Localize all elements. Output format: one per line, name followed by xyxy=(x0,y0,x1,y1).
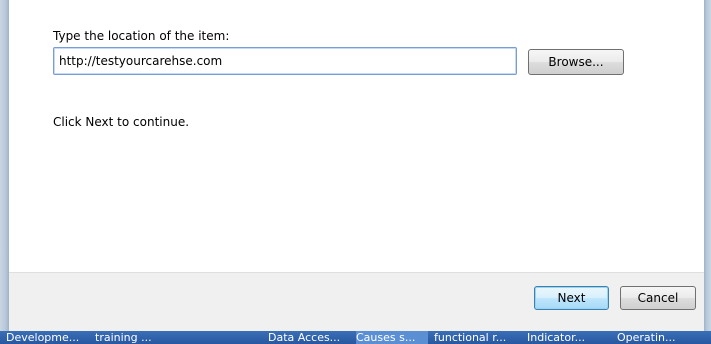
window-frame-left xyxy=(0,0,9,332)
taskbar-item-development[interactable]: Developme... xyxy=(6,331,88,344)
location-input[interactable] xyxy=(53,47,517,75)
dialog-content: Type the location of the item: Browse...… xyxy=(9,0,704,272)
browse-button[interactable]: Browse... xyxy=(528,49,624,75)
taskbar-item-functional[interactable]: functional r... xyxy=(434,331,516,344)
taskbar-item-operating[interactable]: Operatin... xyxy=(617,331,707,344)
window-frame-right xyxy=(704,0,711,332)
taskbar-item-data-access[interactable]: Data Acces... xyxy=(268,331,351,344)
taskbar-item-training[interactable]: training ... xyxy=(95,331,175,344)
taskbar-item-causes[interactable]: Causes s... xyxy=(356,331,428,344)
taskbar: Developme... training ... Data Acces... … xyxy=(0,331,711,344)
cancel-button[interactable]: Cancel xyxy=(620,286,696,310)
continue-instruction: Click Next to continue. xyxy=(53,115,190,129)
next-button[interactable]: Next xyxy=(534,286,609,310)
taskbar-item-indicator[interactable]: Indicator... xyxy=(527,331,607,344)
location-prompt-label: Type the location of the item: xyxy=(53,29,230,43)
